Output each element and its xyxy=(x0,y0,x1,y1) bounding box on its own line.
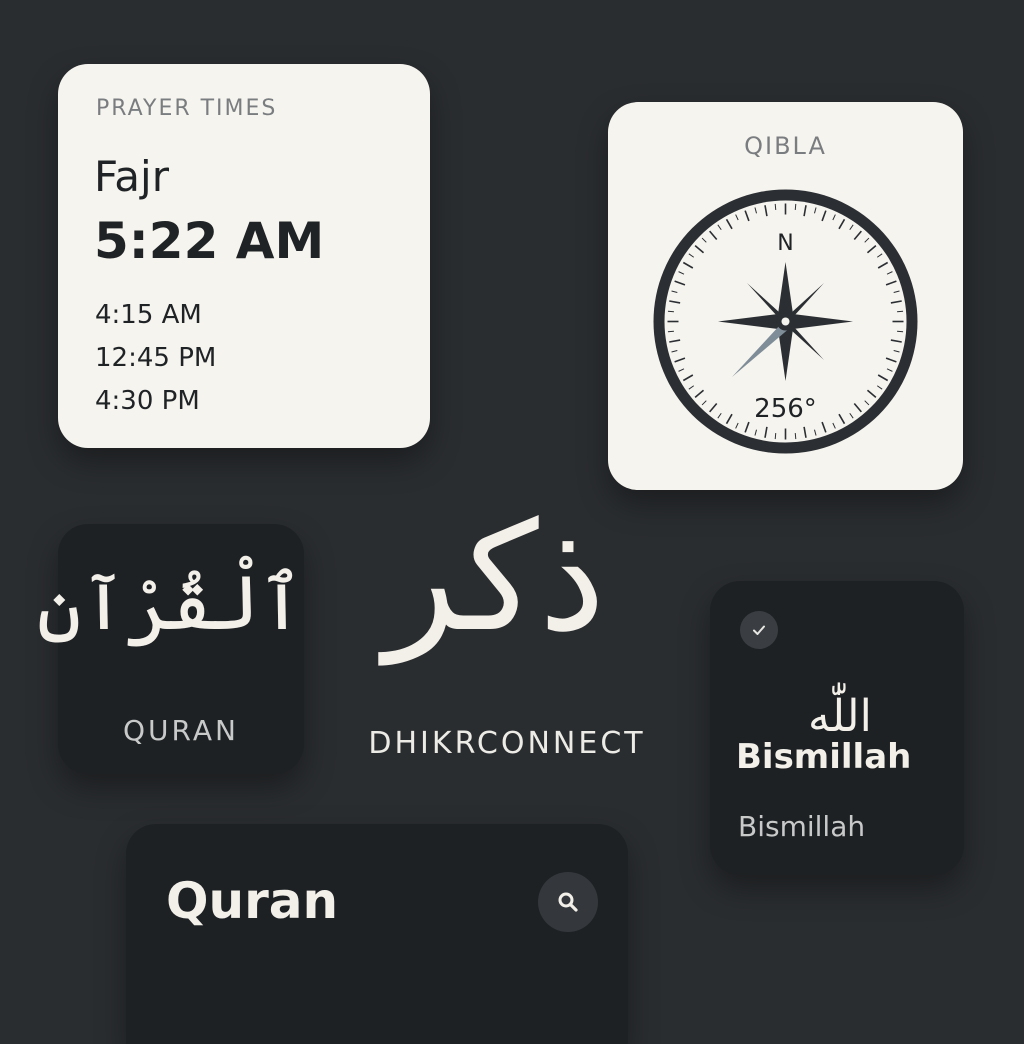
compass-tick xyxy=(897,330,904,333)
qibla-label: QIBLA xyxy=(744,132,827,160)
quran-page-title: Quran xyxy=(166,872,339,930)
compass-tick xyxy=(667,310,674,313)
bismillah-title: Bismillah xyxy=(736,737,912,777)
bismillah-card[interactable]: اللّٰه Bismillah Bismillah xyxy=(710,581,964,875)
check-button[interactable] xyxy=(740,611,778,649)
check-icon xyxy=(753,625,765,635)
compass-tick xyxy=(667,330,674,333)
prayer-time-item: 4:15 AM xyxy=(95,300,202,330)
quran-header-card[interactable]: Quran xyxy=(126,824,628,1044)
current-prayer-name: Fajr xyxy=(94,152,169,201)
bismillah-subtitle: Bismillah xyxy=(738,810,866,843)
compass-tick xyxy=(897,310,904,313)
qibla-widget[interactable]: QIBLA N 256° xyxy=(608,102,963,490)
prayer-time-item: 12:45 PM xyxy=(95,343,217,373)
prayer-times-label: PRAYER TIMES xyxy=(96,96,278,121)
app-logo-arabic: ذكر xyxy=(384,491,606,665)
prayer-time-item: 4:30 PM xyxy=(95,386,200,416)
bismillah-arabic: اللّٰه xyxy=(808,691,872,742)
compass-tick xyxy=(794,203,797,210)
prayer-time-list: 4:15 AM 12:45 PM 4:30 PM xyxy=(95,298,216,427)
qibla-bearing: 256° xyxy=(754,394,817,424)
compass-tick xyxy=(774,433,777,440)
compass-tick xyxy=(794,433,797,440)
search-button[interactable] xyxy=(538,872,598,932)
compass-icon: N 256° xyxy=(653,189,918,454)
search-icon xyxy=(558,892,578,912)
compass-north-label: N xyxy=(777,231,793,256)
compass-tick xyxy=(774,203,777,210)
app-name: DHIKRCONNECT xyxy=(368,726,646,761)
quran-tile-label: QURAN xyxy=(123,714,239,747)
quran-tile[interactable]: ٱلْقُرْآن QURAN xyxy=(36,524,304,774)
quran-arabic-calligraphy: ٱلْقُرْآن xyxy=(36,558,304,647)
current-prayer-time: 5:22 AM xyxy=(94,212,325,270)
prayer-times-widget[interactable]: PRAYER TIMES Fajr 5:22 AM 4:15 AM 12:45 … xyxy=(58,64,430,448)
